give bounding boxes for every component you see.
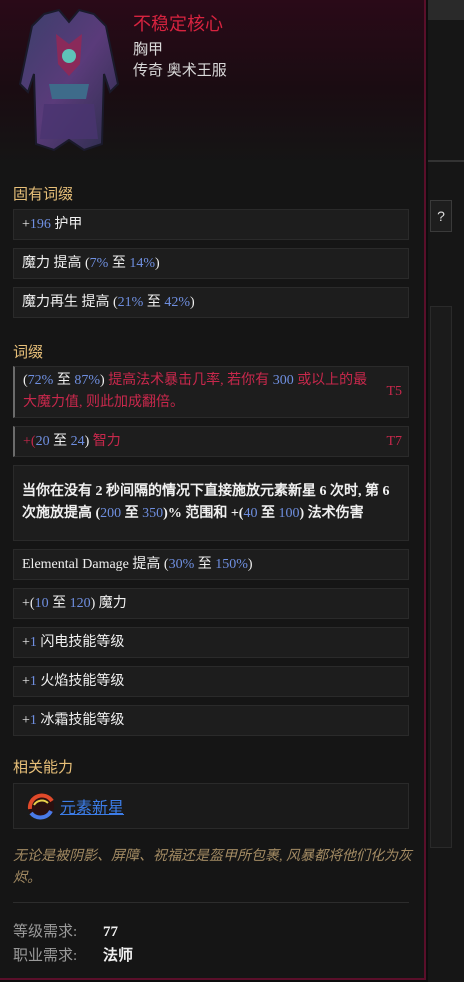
affix-elemental-damage-row: Elemental Damage 提高 (30% 至 150%) bbox=[13, 549, 409, 580]
class-requirement: 职业需求: 法师 bbox=[13, 948, 134, 964]
skill-link[interactable]: 元素新星 bbox=[60, 794, 124, 818]
related-title: 相关能力 bbox=[13, 760, 74, 776]
elemental-nova-icon bbox=[27, 793, 54, 820]
level-requirement: 等级需求: 77 bbox=[13, 924, 118, 940]
implicit-mana-regen-row: 魔力再生 提高 (21% 至 42%) bbox=[13, 287, 409, 318]
item-header: 不稳定核心 胸甲 传奇 奥术王服 bbox=[0, 0, 424, 162]
chest-armor-icon bbox=[18, 8, 120, 152]
related-skill-box: 元素新星 bbox=[13, 783, 409, 829]
background-window: ? bbox=[428, 0, 464, 982]
affix-nova-row: 当你在没有 2 秒间隔的情况下直接施放元素新星 6 次时, 第 6 次施放提高 … bbox=[13, 465, 409, 541]
implicit-armor-row: +196 护甲 bbox=[13, 209, 409, 240]
background-top-bar bbox=[428, 0, 464, 20]
help-button[interactable]: ? bbox=[430, 200, 452, 232]
item-rarity: 传奇 奥术王服 bbox=[133, 63, 227, 79]
item-tooltip: 不稳定核心 胸甲 传奇 奥术王服 固有词缀 +196 护甲 魔力 提高 (7% … bbox=[0, 0, 426, 980]
implicit-title: 固有词缀 bbox=[13, 187, 74, 203]
affix-fire-row: +1 火焰技能等级 bbox=[13, 666, 409, 697]
item-type: 胸甲 bbox=[133, 42, 164, 58]
divider bbox=[13, 902, 409, 903]
affix-lightning-row: +1 闪电技能等级 bbox=[13, 627, 409, 658]
affix-frost-row: +1 冰霜技能等级 bbox=[13, 705, 409, 736]
implicit-mana-row: 魔力 提高 (7% 至 14%) bbox=[13, 248, 409, 279]
affix-mana-row: +(10 至 120) 魔力 bbox=[13, 588, 409, 619]
item-name: 不稳定核心 bbox=[133, 14, 223, 34]
affix-intelligence-row: +(20 至 24) 智力 T7 bbox=[13, 426, 409, 457]
flavor-text: 无论是被阴影、屏障、祝福还是盔甲所包裹, 风暴都将他们化为灰烬。 bbox=[13, 849, 412, 886]
tier-badge: T7 bbox=[386, 433, 402, 449]
background-divider bbox=[428, 160, 464, 162]
background-panel bbox=[430, 306, 452, 848]
tier-badge: T5 bbox=[386, 384, 402, 399]
affix-title: 词缀 bbox=[13, 345, 44, 361]
affix-crit-row: (72% 至 87%) 提高法术暴击几率, 若你有 300 或以上的最大魔力值,… bbox=[13, 366, 409, 418]
